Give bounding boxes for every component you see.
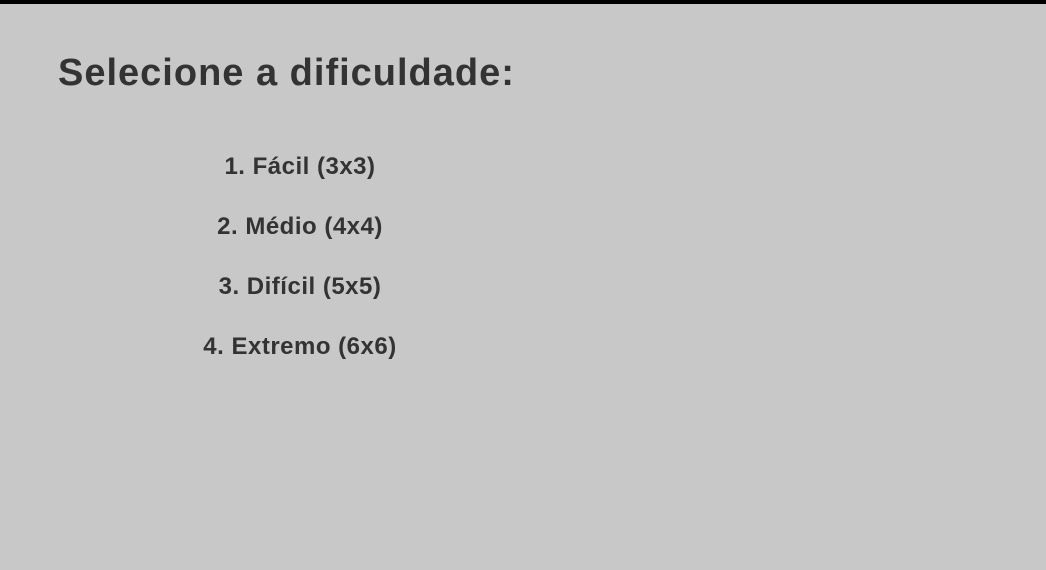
difficulty-option-extreme[interactable]: 4. Extremo (6x6) bbox=[150, 326, 450, 386]
difficulty-option-medium[interactable]: 2. Médio (4x4) bbox=[150, 206, 450, 266]
window-top-border bbox=[0, 0, 1046, 4]
difficulty-options-list: 1. Fácil (3x3) 2. Médio (4x4) 3. Difícil… bbox=[150, 146, 450, 386]
difficulty-option-hard[interactable]: 3. Difícil (5x5) bbox=[150, 266, 450, 326]
difficulty-option-easy[interactable]: 1. Fácil (3x3) bbox=[150, 146, 450, 206]
difficulty-title: Selecione a dificuldade: bbox=[58, 52, 515, 94]
